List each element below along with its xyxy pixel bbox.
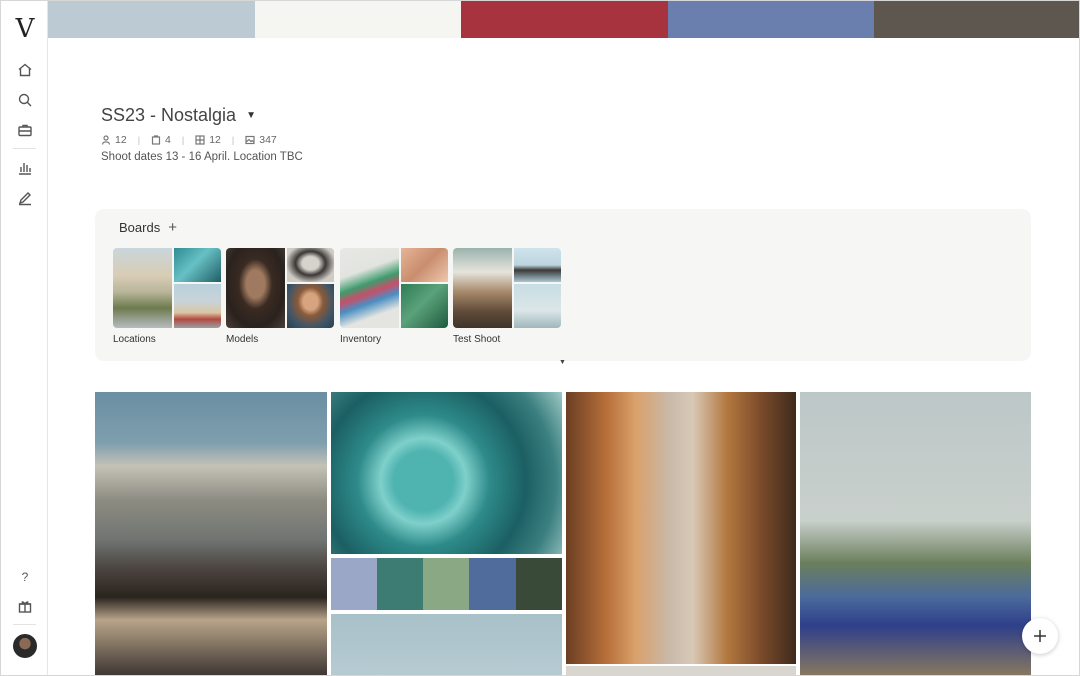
board-card-models[interactable]: Models bbox=[226, 248, 334, 345]
app-logo[interactable]: V bbox=[13, 15, 37, 43]
briefcase-icon[interactable] bbox=[15, 120, 35, 140]
image-tile-boat[interactable] bbox=[95, 392, 327, 675]
bar-chart-icon[interactable] bbox=[15, 158, 35, 178]
board-thumbnail bbox=[453, 248, 561, 328]
color-palette-strip bbox=[48, 1, 1079, 38]
collapse-chevron-icon[interactable]: ▼ bbox=[559, 359, 566, 366]
stat-divider: | bbox=[231, 135, 235, 145]
palette-swatch[interactable] bbox=[667, 1, 875, 38]
palette-block[interactable] bbox=[469, 558, 516, 610]
board-label: Inventory bbox=[340, 334, 382, 345]
board-thumbnail bbox=[226, 248, 334, 328]
gift-icon[interactable] bbox=[15, 596, 35, 616]
image-tile-car-interior[interactable] bbox=[331, 392, 562, 554]
help-icon[interactable]: ? bbox=[15, 567, 35, 587]
avatar[interactable] bbox=[13, 634, 37, 658]
plus-icon bbox=[1034, 630, 1046, 642]
palette-block[interactable] bbox=[377, 558, 423, 610]
palette-swatch[interactable] bbox=[874, 1, 1079, 38]
boards-title: Boards bbox=[119, 220, 161, 235]
board-card-inventory[interactable]: Inventory bbox=[340, 248, 448, 345]
board-icon bbox=[151, 135, 161, 145]
project-title-row: SS23 - Nostalgia ▼ bbox=[101, 105, 256, 126]
board-label: Locations bbox=[113, 334, 156, 345]
palette-swatch[interactable] bbox=[48, 1, 255, 38]
palette-block[interactable] bbox=[516, 558, 562, 610]
board-label: Test Shoot bbox=[453, 334, 501, 345]
palette-swatch[interactable] bbox=[254, 1, 462, 38]
image-tile-partial[interactable] bbox=[566, 666, 796, 675]
stat-divider: | bbox=[181, 135, 185, 145]
project-title: SS23 - Nostalgia bbox=[101, 105, 237, 125]
board-card-test-shoot[interactable]: Test Shoot bbox=[453, 248, 561, 345]
board-thumbnail bbox=[113, 248, 221, 328]
search-icon[interactable] bbox=[15, 90, 35, 110]
board-card-locations[interactable]: Locations bbox=[113, 248, 221, 345]
pen-icon[interactable] bbox=[15, 188, 35, 208]
project-description: Shoot dates 13 - 16 April. Location TBC bbox=[101, 151, 303, 163]
boards-header: Boards + bbox=[119, 220, 177, 235]
items-count: 12 bbox=[195, 134, 221, 146]
image-icon bbox=[245, 135, 255, 145]
sidebar-divider bbox=[13, 624, 36, 625]
boards-panel: Boards + Locations Models Inventory Test… bbox=[95, 209, 1031, 361]
images-count: 347 bbox=[245, 134, 277, 146]
person-icon bbox=[101, 135, 111, 145]
stat-divider: | bbox=[137, 135, 141, 145]
board-label: Models bbox=[226, 334, 259, 345]
plus-icon[interactable]: + bbox=[168, 220, 177, 235]
image-tile-street[interactable] bbox=[566, 392, 796, 664]
palette-block[interactable] bbox=[331, 558, 377, 610]
image-tile-beach[interactable] bbox=[800, 392, 1031, 675]
chevron-down-icon[interactable]: ▼ bbox=[246, 110, 256, 121]
home-icon[interactable] bbox=[15, 60, 35, 80]
image-tile-sky[interactable] bbox=[331, 614, 562, 675]
sidebar: V ? bbox=[1, 1, 48, 675]
boards-count: 4 bbox=[151, 134, 171, 146]
grid-icon bbox=[195, 135, 205, 145]
app-window: V ? SS23 - Nostalgia ▼ 12 | 4 | 12 | 347… bbox=[0, 0, 1080, 676]
people-count: 12 bbox=[101, 134, 127, 146]
add-fab-button[interactable] bbox=[1022, 618, 1058, 654]
project-stats: 12 | 4 | 12 | 347 bbox=[101, 134, 277, 146]
board-thumbnail bbox=[340, 248, 448, 328]
palette-swatch[interactable] bbox=[461, 1, 668, 38]
sidebar-divider bbox=[13, 148, 36, 149]
palette-block[interactable] bbox=[423, 558, 469, 610]
